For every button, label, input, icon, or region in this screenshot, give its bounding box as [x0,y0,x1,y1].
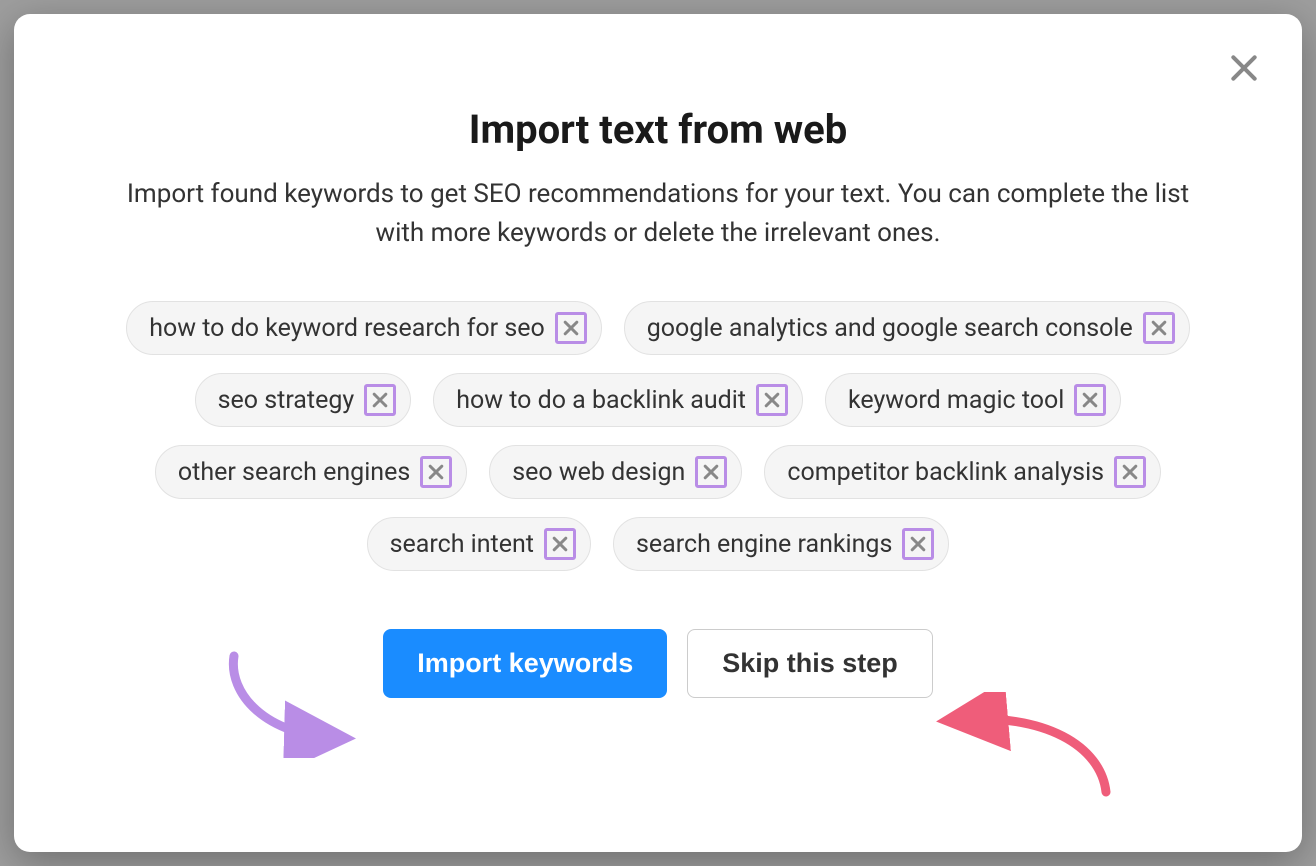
keyword-chip-label: google analytics and google search conso… [647,314,1133,343]
keyword-chip-label: competitor backlink analysis [787,458,1104,487]
remove-keyword-button[interactable] [695,456,727,488]
keyword-chips-container: how to do keyword research for seo google… [78,301,1238,571]
close-icon [370,390,390,410]
close-icon [550,534,570,554]
keyword-chip-label: how to do a backlink audit [456,386,746,415]
close-icon [561,318,581,338]
remove-keyword-button[interactable] [1114,456,1146,488]
keyword-chip: seo web design [489,445,742,499]
close-icon [1120,462,1140,482]
keyword-chip-label: keyword magic tool [848,386,1064,415]
keyword-chip: seo strategy [195,373,412,427]
close-icon [426,462,446,482]
modal-actions: Import keywords Skip this step [383,629,933,698]
keyword-chip: keyword magic tool [825,373,1121,427]
modal-title: Import text from web [469,106,848,153]
keyword-chip: search intent [367,517,591,571]
close-icon [762,390,782,410]
remove-keyword-button[interactable] [555,312,587,344]
remove-keyword-button[interactable] [1143,312,1175,344]
keyword-chip: how to do keyword research for seo [126,301,602,355]
keyword-chip-label: seo strategy [218,386,355,415]
import-keywords-modal: Import text from web Import found keywor… [14,14,1302,852]
close-icon [1149,318,1169,338]
keyword-chip: google analytics and google search conso… [624,301,1190,355]
keyword-chip: search engine rankings [613,517,949,571]
modal-subtitle: Import found keywords to get SEO recomme… [108,175,1208,253]
remove-keyword-button[interactable] [902,528,934,560]
close-button[interactable] [1226,50,1262,86]
keyword-chip-label: how to do keyword research for seo [149,314,545,343]
keyword-chip-label: search engine rankings [636,530,892,559]
keyword-chip: how to do a backlink audit [433,373,803,427]
close-icon [701,462,721,482]
close-icon [908,534,928,554]
close-icon [1080,390,1100,410]
keyword-chip: competitor backlink analysis [764,445,1161,499]
remove-keyword-button[interactable] [364,384,396,416]
remove-keyword-button[interactable] [420,456,452,488]
skip-step-button[interactable]: Skip this step [687,629,933,698]
keyword-chip-label: search intent [390,530,534,559]
remove-keyword-button[interactable] [544,528,576,560]
remove-keyword-button[interactable] [756,384,788,416]
import-keywords-button[interactable]: Import keywords [383,629,667,698]
close-icon [1228,52,1260,84]
remove-keyword-button[interactable] [1074,384,1106,416]
keyword-chip: other search engines [155,445,467,499]
keyword-chip-label: seo web design [512,458,685,487]
keyword-chip-label: other search engines [178,458,410,487]
